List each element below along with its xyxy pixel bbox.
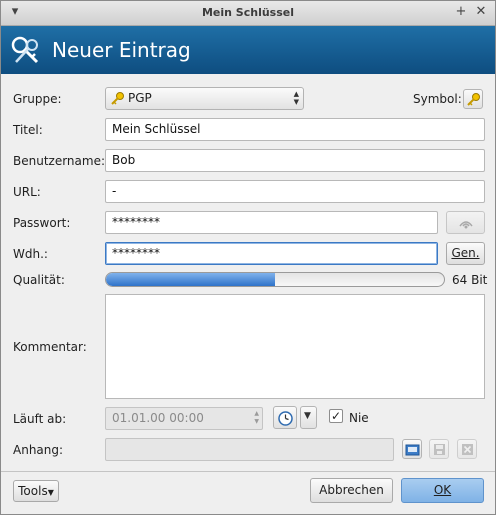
- generate-button[interactable]: Gen.: [446, 242, 485, 265]
- password-input[interactable]: ********: [105, 211, 438, 234]
- delete-icon: [462, 444, 473, 455]
- attachment-label: Anhang:: [13, 443, 64, 457]
- open-folder-icon: [405, 444, 420, 456]
- title-bar: ▾ Mein Schlüssel + ✕: [1, 1, 495, 26]
- title-label: Titel:: [13, 123, 43, 137]
- separator: [1, 471, 495, 472]
- spin-arrows-icon[interactable]: ▲ ▼: [254, 410, 259, 426]
- expires-label: Läuft ab:: [13, 412, 67, 426]
- calendar-button[interactable]: [273, 406, 297, 429]
- save-icon: [434, 444, 445, 455]
- tools-label: Tools: [18, 484, 48, 498]
- key-icon: [467, 93, 480, 106]
- window-title: Mein Schlüssel: [201, 6, 295, 19]
- attach-file-button[interactable]: [402, 439, 422, 459]
- url-label: URL:: [13, 185, 41, 199]
- expires-input[interactable]: 01.01.00 00:00 ▲ ▼: [105, 407, 263, 430]
- quality-label: Qualität:: [13, 273, 65, 287]
- dialog-header: Neuer Eintrag: [1, 26, 495, 74]
- password-label: Passwort:: [13, 216, 71, 230]
- tools-button[interactable]: Tools▼: [13, 480, 59, 502]
- keys-icon: [11, 36, 39, 64]
- key-icon: [111, 92, 124, 105]
- never-label: Nie: [349, 411, 369, 425]
- save-attachment-button[interactable]: [429, 439, 449, 459]
- close-icon[interactable]: ✕: [473, 4, 489, 20]
- group-label: Gruppe:: [13, 92, 62, 106]
- repeat-password-input[interactable]: ********: [105, 242, 438, 265]
- chevron-down-icon: ▼: [304, 411, 311, 421]
- repeat-label: Wdh.:: [13, 247, 48, 261]
- delete-attachment-button[interactable]: [457, 439, 477, 459]
- group-value: PGP: [128, 91, 152, 105]
- maximize-icon[interactable]: +: [453, 4, 469, 20]
- dialog-window: ▾ Mein Schlüssel + ✕ Neuer Eintrag Grupp…: [0, 0, 496, 515]
- quality-value: 64 Bit: [452, 273, 488, 287]
- url-input[interactable]: -: [105, 180, 485, 203]
- comment-label: Kommentar:: [13, 340, 87, 354]
- title-input[interactable]: Mein Schlüssel: [105, 118, 485, 141]
- symbol-button[interactable]: [463, 89, 483, 109]
- attachment-input: [105, 438, 394, 461]
- never-checkbox[interactable]: ✓: [329, 409, 343, 423]
- username-label: Benutzername:: [13, 154, 106, 168]
- chevron-down-icon: ▼: [47, 488, 54, 497]
- dialog-title: Neuer Eintrag: [52, 38, 191, 62]
- comment-textarea[interactable]: [105, 294, 485, 399]
- quality-bar: [105, 272, 445, 287]
- show-password-button[interactable]: [446, 211, 485, 234]
- expires-value: 01.01.00 00:00: [112, 411, 204, 425]
- symbol-label: Symbol:: [413, 92, 462, 106]
- eye-icon: [459, 221, 473, 229]
- group-select[interactable]: PGP ▲ ▼: [105, 87, 304, 110]
- quality-bar-fill: [106, 273, 275, 286]
- ok-button[interactable]: OK: [401, 478, 484, 503]
- username-input[interactable]: Bob: [105, 149, 485, 172]
- cancel-button[interactable]: Abbrechen: [310, 478, 393, 503]
- spin-arrows-icon: ▲ ▼: [293, 90, 299, 106]
- expires-dropdown-button[interactable]: ▼: [300, 406, 317, 429]
- clock-icon: [278, 411, 293, 426]
